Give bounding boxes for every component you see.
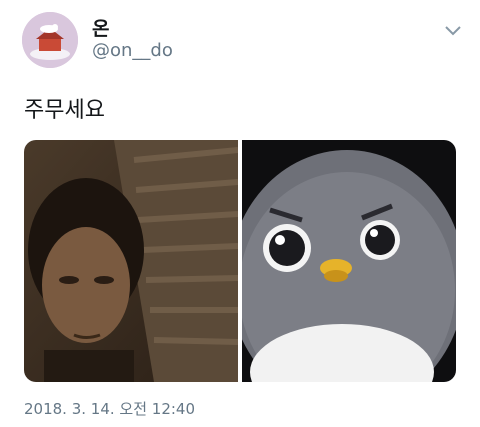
tweet-timestamp[interactable]: 2018. 3. 14. 오전 12:40 <box>24 398 195 419</box>
tweet-text: 주무세요 <box>24 98 105 123</box>
display-name[interactable]: 온 <box>92 14 109 41</box>
user-handle[interactable]: @on__do <box>92 40 173 61</box>
photo-portrait[interactable] <box>24 140 238 382</box>
media-grid <box>24 140 456 382</box>
avatar[interactable] <box>22 12 78 68</box>
chevron-down-icon[interactable] <box>444 22 462 36</box>
photo-plush-toy[interactable] <box>242 140 456 382</box>
